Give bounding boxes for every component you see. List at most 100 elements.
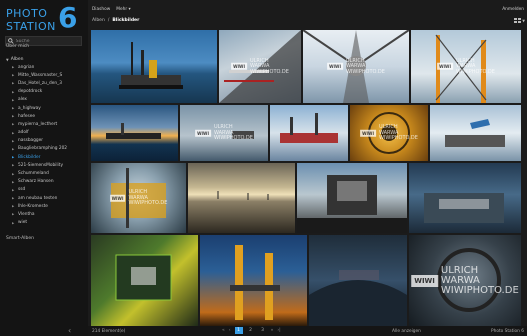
album-label: hafesee bbox=[18, 113, 36, 119]
photo-thumbnail[interactable] bbox=[297, 163, 407, 233]
grid-view-icon bbox=[514, 18, 522, 23]
album-item[interactable]: ▶ nassbagger bbox=[12, 137, 86, 145]
album-label: nassbagger bbox=[18, 138, 44, 144]
pagination: « ‹ 1 2 3 » ›| bbox=[222, 327, 281, 334]
prev-page-button[interactable]: ‹ bbox=[229, 328, 231, 333]
album-item[interactable]: ▶ depotdrock bbox=[12, 88, 86, 96]
photo-thumbnail[interactable] bbox=[91, 30, 217, 103]
album-label: Blickbilder bbox=[18, 154, 41, 160]
search-input[interactable] bbox=[15, 38, 81, 44]
photo-thumbnail[interactable]: WIWI ULRICH WARWA WIWIPHOTO.DE bbox=[91, 163, 186, 233]
watermark-logo: WIWI bbox=[231, 63, 247, 70]
album-list: ▶ angrian ▶ Mitte_Wassmaster_S ▶ Das_Hotel_… bbox=[12, 63, 86, 227]
photo-thumbnail[interactable]: WIWI ULRICH WARWA WIWIPHOTO.DE bbox=[409, 235, 521, 326]
page-2-button[interactable]: 2 bbox=[247, 327, 255, 334]
page-3-button[interactable]: 3 bbox=[259, 327, 267, 334]
about-me-link[interactable]: Über mich bbox=[6, 44, 29, 49]
show-all-link[interactable]: Alle anzeigen bbox=[392, 329, 421, 334]
album-item[interactable]: ▶ Ihle-Kromeste bbox=[12, 202, 86, 210]
album-item[interactable]: ▶ Schwarz Hansen bbox=[12, 178, 86, 186]
slideshow-button[interactable]: Diashow bbox=[92, 7, 110, 12]
album-label: Mitte_Wassmaster_S bbox=[18, 72, 63, 78]
albums-root[interactable]: ▼ Alben bbox=[6, 56, 86, 63]
next-page-button[interactable]: » bbox=[271, 328, 274, 333]
caret-right-icon: ▶ bbox=[12, 196, 15, 201]
more-menu[interactable]: Mehr ▾ bbox=[116, 7, 130, 12]
first-page-button[interactable]: « bbox=[222, 328, 225, 333]
photo-thumbnail[interactable]: WIWI ULRICH WARWA WIWIPHOTO.DE bbox=[180, 105, 268, 161]
caret-right-icon: ▶ bbox=[12, 138, 15, 143]
caret-right-icon: ▶ bbox=[12, 171, 15, 176]
watermark-line1: ULRICH WARWA bbox=[213, 123, 234, 136]
photo-thumbnail[interactable] bbox=[270, 105, 348, 161]
album-item[interactable]: ▶ wiet bbox=[12, 219, 86, 227]
photo-thumbnail[interactable] bbox=[91, 235, 198, 326]
photo-thumbnail[interactable]: WIWI ULRICH WARWA WIWIPHOTO.DE bbox=[350, 105, 428, 161]
photo-station-logo[interactable]: PHOTO STATION 6 bbox=[6, 3, 82, 34]
caret-right-icon: ▶ bbox=[12, 187, 15, 192]
top-bar: Diashow Mehr ▾ Anmelden Alben / Blickbil… bbox=[88, 0, 527, 28]
album-label: am neubau testen bbox=[18, 195, 58, 201]
watermark-line2: WIWIPHOTO.DE bbox=[440, 284, 519, 296]
footer-bar: 214 Element(e) « ‹ 1 2 3 » ›| Alle anzei… bbox=[88, 326, 527, 336]
caret-down-icon: ▼ bbox=[6, 57, 9, 62]
album-item[interactable]: ▶ Das_Hotel_zu_den_3 bbox=[12, 79, 86, 87]
album-item[interactable]: ▶ hafesee bbox=[12, 112, 86, 120]
watermark-line2: WIWIPHOTO.DE bbox=[378, 134, 418, 141]
album-label: wiet bbox=[18, 220, 28, 226]
watermark-line1: ULRICH WARWA bbox=[440, 264, 480, 286]
caret-right-icon: ▶ bbox=[12, 89, 15, 94]
album-item[interactable]: ▶ mypierna_lecthert bbox=[12, 120, 86, 128]
watermark-line2: WIWIPHOTO.DE bbox=[213, 134, 253, 141]
collapse-sidebar-icon[interactable]: ‹ bbox=[68, 326, 71, 335]
breadcrumb: Alben / Blickbilder bbox=[92, 18, 139, 23]
last-page-button[interactable]: ›| bbox=[277, 328, 280, 333]
watermark-line1: ULRICH WARWA bbox=[128, 188, 148, 201]
album-item[interactable]: ▶ Schummeland bbox=[12, 169, 86, 177]
watermark-text: ULRICH WARWA WIWIPHOTO.DE bbox=[128, 188, 167, 207]
album-item[interactable]: ▶ am neubau testen bbox=[12, 194, 86, 202]
album-item[interactable]: ▶ alex bbox=[12, 96, 86, 104]
smart-albums-link[interactable]: Smart-Alben bbox=[6, 236, 34, 241]
watermark-logo: WIWI bbox=[360, 129, 376, 137]
breadcrumb-separator: / bbox=[107, 18, 110, 23]
album-item[interactable]: ▶ Mitte_Wassmaster_S bbox=[12, 71, 86, 79]
album-item[interactable]: ▶ adolf bbox=[12, 129, 86, 137]
photo-thumbnail[interactable] bbox=[309, 235, 407, 326]
album-item[interactable]: ▶ 521-SiemensMobility bbox=[12, 161, 86, 169]
app-brand: Photo Station 6 bbox=[491, 329, 524, 334]
watermark-line2: WIWIPHOTO.DE bbox=[455, 68, 495, 75]
album-item[interactable]: ▶ ssd bbox=[12, 186, 86, 194]
caret-right-icon: ▶ bbox=[12, 114, 15, 119]
photo-thumbnail[interactable] bbox=[188, 163, 295, 233]
caret-right-icon: ▶ bbox=[12, 220, 15, 225]
album-item[interactable]: ▶ Vlentha bbox=[12, 210, 86, 218]
watermark-logo: WIWI bbox=[437, 63, 453, 70]
photo-thumbnail[interactable]: WIWI ULRICH WARWA WIWIPHOTO.DE bbox=[411, 30, 521, 103]
watermark-text: ULRICH WARWA WIWIPHOTO.DE bbox=[440, 264, 519, 296]
watermark: WIWI ULRICH WARWA WIWIPHOTO.DE bbox=[360, 124, 418, 142]
photo-thumbnail[interactable]: WIWI ULRICH WARWA WIWIPHOTO.DE bbox=[219, 30, 301, 103]
login-link[interactable]: Anmelden bbox=[502, 7, 524, 12]
watermark: WIWI ULRICH WARWA WIWIPHOTO.DE bbox=[231, 58, 289, 75]
page-1-button[interactable]: 1 bbox=[234, 327, 243, 334]
album-label: Das_Hotel_zu_den_3 bbox=[18, 80, 62, 86]
album-label: Schwarz Hansen bbox=[18, 179, 54, 185]
watermark: WIWI ULRICH WARWA WIWIPHOTO.DE bbox=[327, 58, 385, 75]
photo-thumbnail[interactable] bbox=[430, 105, 521, 161]
photo-thumbnail[interactable] bbox=[91, 105, 178, 161]
watermark: WIWI ULRICH WARWA WIWIPHOTO.DE bbox=[411, 264, 519, 296]
photo-thumbnail[interactable]: WIWI ULRICH WARWA WIWIPHOTO.DE bbox=[303, 30, 409, 103]
album-item[interactable]: ▶ Baugliebramphing 202 bbox=[12, 145, 86, 153]
album-label: Ihle-Kromeste bbox=[18, 203, 48, 209]
photo-thumbnail[interactable] bbox=[200, 235, 307, 326]
album-item-active[interactable]: ▶ Blickbilder bbox=[12, 153, 86, 161]
album-tree: ▼ Alben ▶ angrian ▶ Mitte_Wassmaster_S ▶ Da… bbox=[6, 56, 86, 227]
album-item[interactable]: ▶ angrian bbox=[12, 63, 86, 71]
watermark: WIWI ULRICH WARWA WIWIPHOTO.DE bbox=[437, 58, 495, 75]
view-mode-toggle[interactable]: ▼ bbox=[514, 18, 525, 23]
logo-line1: PHOTO bbox=[6, 7, 48, 20]
album-item[interactable]: ▶ a_highway bbox=[12, 104, 86, 112]
photo-thumbnail[interactable] bbox=[409, 163, 521, 233]
breadcrumb-parent[interactable]: Alben bbox=[92, 18, 105, 23]
